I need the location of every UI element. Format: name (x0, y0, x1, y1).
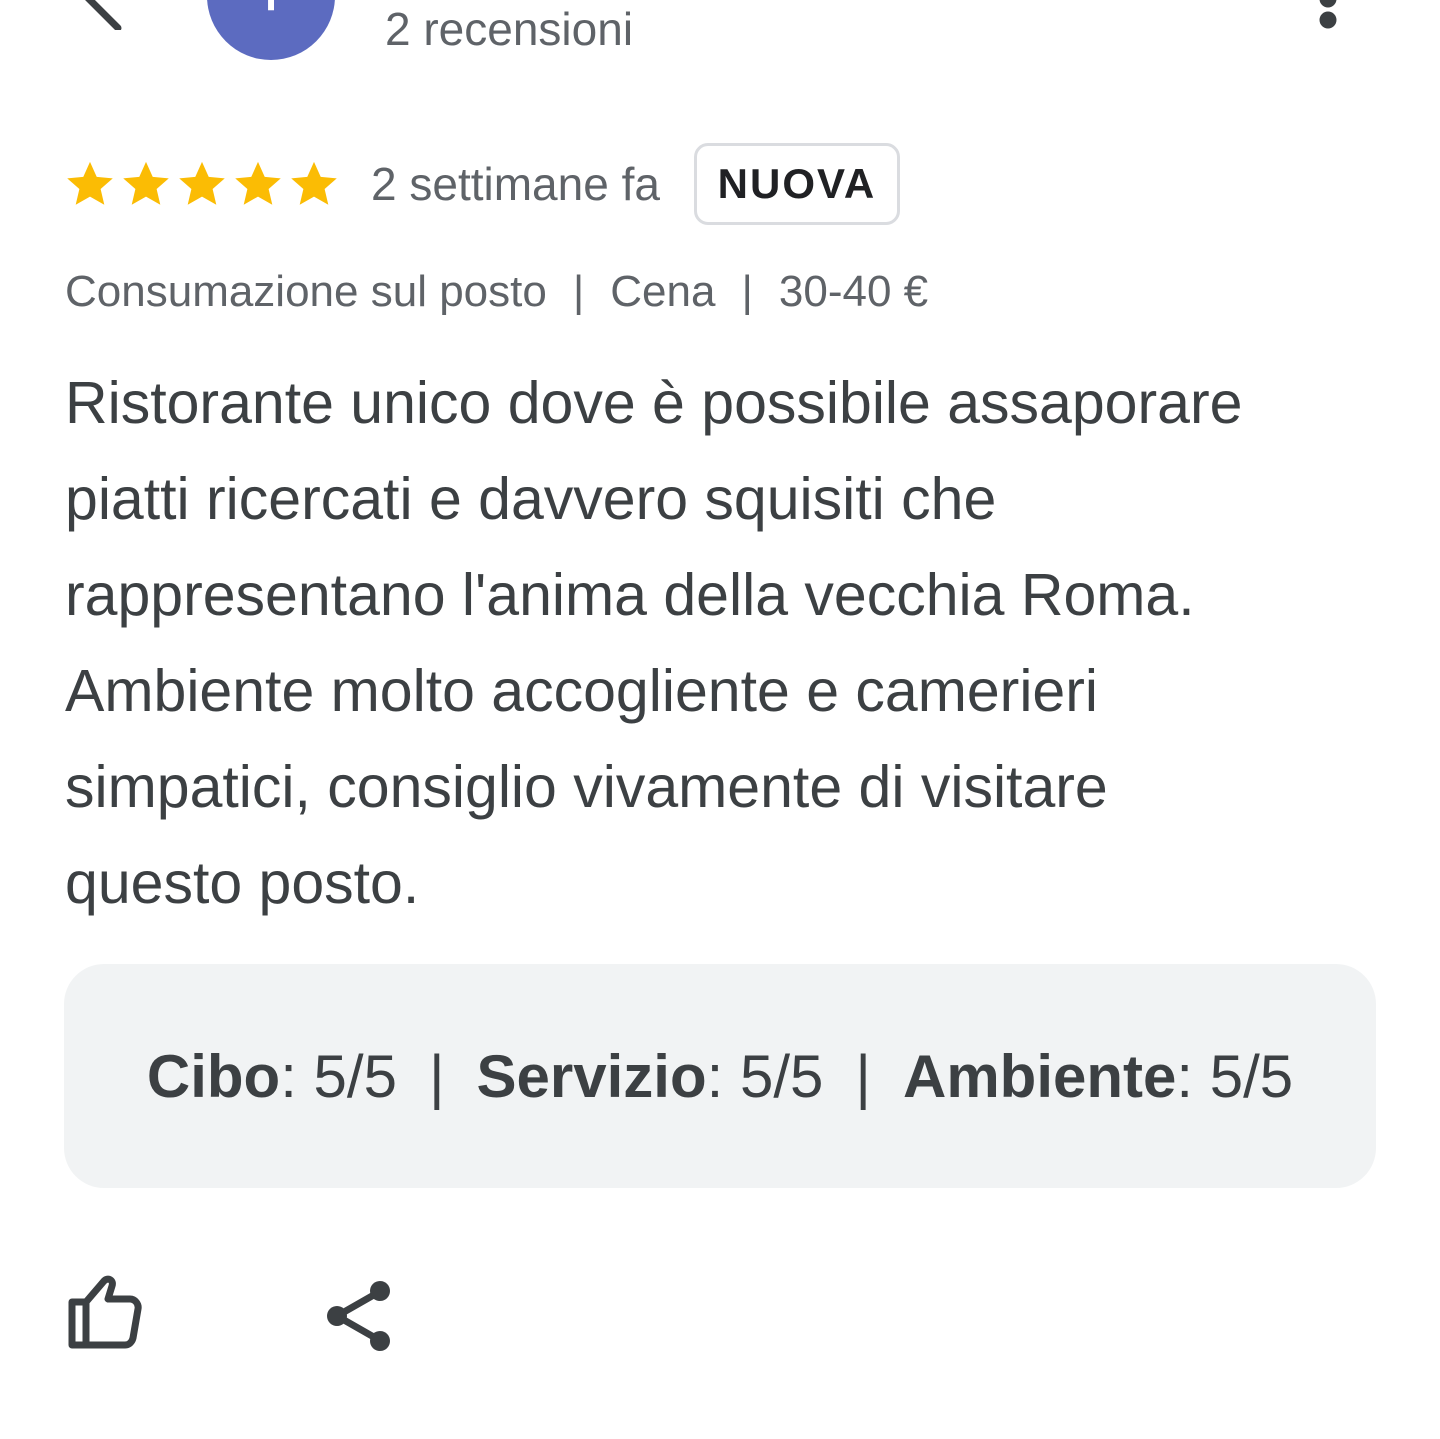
review-text: Ristorante unico dove è possibile assapo… (65, 370, 1243, 916)
thumb-up-icon[interactable] (64, 1272, 146, 1350)
atmosphere-value: : 5/5 (1176, 1042, 1294, 1110)
star-icon (67, 161, 113, 205)
star-icon (291, 161, 337, 205)
food-value: : 5/5 (280, 1042, 397, 1110)
meta-separator: | (741, 267, 753, 316)
food-label: Cibo (146, 1042, 281, 1110)
meta-separator: | (572, 267, 585, 316)
star-icon (179, 161, 225, 205)
rating-separator: | (428, 1042, 445, 1110)
service-value: : 5/5 (706, 1042, 824, 1110)
new-badge: NUOVA (693, 143, 900, 225)
review-detail-page: T 2 recensioni 2 settimane fa NUOVA Cons… (0, 0, 1440, 1439)
rating-separator: | (855, 1042, 871, 1110)
share-icon[interactable] (325, 1280, 395, 1352)
reviews-count[interactable]: 2 recensioni (385, 2, 633, 56)
avatar-initial: T (251, 0, 290, 20)
meta-price: 30-40 € (778, 267, 929, 316)
more-vertical-icon[interactable] (1305, 0, 1351, 36)
arrow-back-icon[interactable] (70, 0, 130, 30)
meta-meal: Cena (610, 267, 716, 316)
star-rating (64, 140, 344, 228)
review-meta: Consumazione sul posto | Cena | 30-40 € (65, 262, 928, 322)
atmosphere-label: Ambiente (902, 1042, 1177, 1110)
star-icon (235, 161, 281, 205)
service-label: Servizio (476, 1042, 707, 1110)
review-time: 2 settimane fa (371, 158, 660, 210)
star-icon (123, 161, 169, 205)
meta-service: Consumazione sul posto (65, 267, 547, 316)
avatar[interactable]: T (207, 0, 335, 60)
rating-row: 2 settimane fa NUOVA (64, 140, 900, 228)
sub-ratings-box: Cibo : 5/5 | Servizio : 5/5 | Ambiente :… (64, 964, 1376, 1188)
